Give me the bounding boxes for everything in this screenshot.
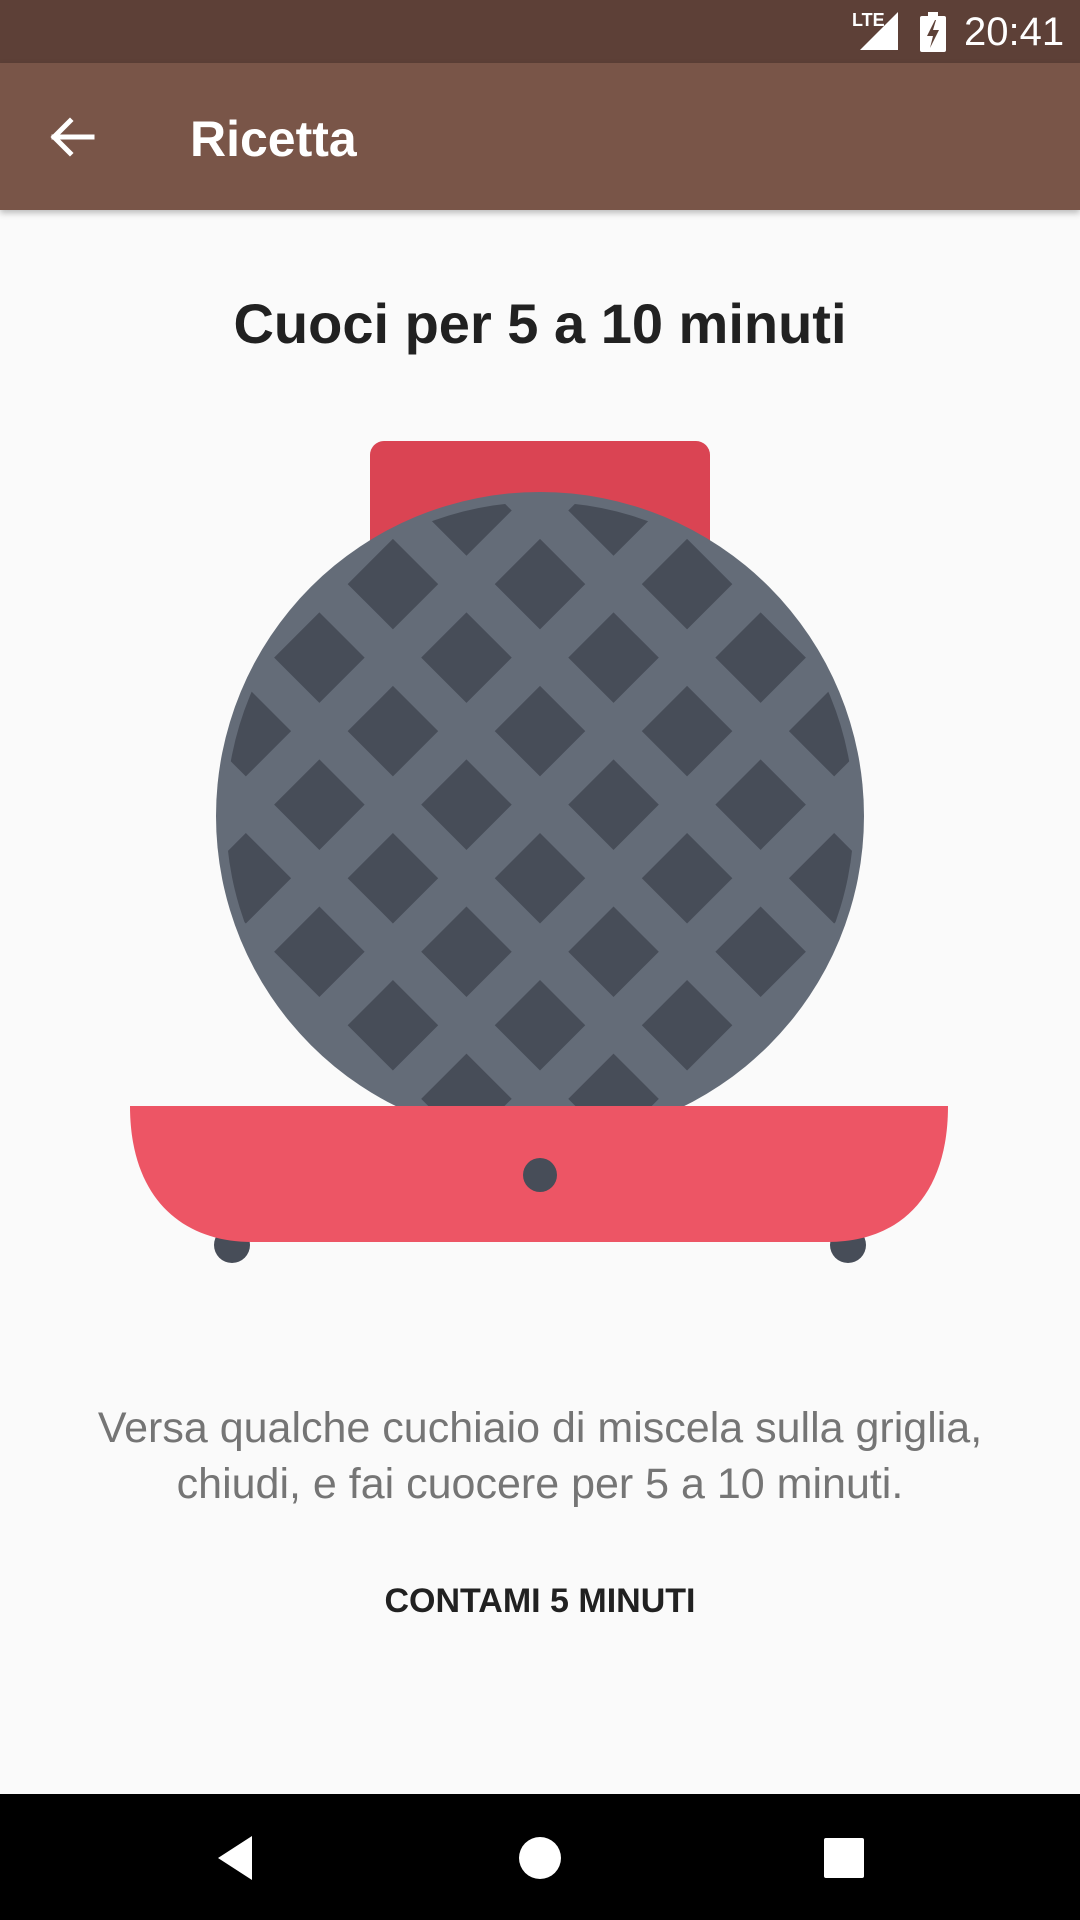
back-button[interactable] xyxy=(32,103,116,171)
battery-charging-icon xyxy=(920,12,946,52)
status-time: 20:41 xyxy=(964,10,1065,54)
page-title: Ricetta xyxy=(190,111,357,167)
step-description: Versa qualche cuchiaio di miscela sulla … xyxy=(97,1404,983,1508)
nav-back-icon[interactable] xyxy=(212,1834,260,1882)
arrow-back-icon xyxy=(50,117,95,157)
app-bar: Ricetta xyxy=(0,63,1080,210)
waffle-iron-icon xyxy=(130,441,948,1263)
step-title: Cuoci per 5 a 10 minuti xyxy=(233,292,847,355)
nav-home-icon[interactable] xyxy=(516,1834,564,1882)
lte-signal-icon xyxy=(860,12,898,50)
start-timer-button[interactable]: CONTAMI 5 MINUTI xyxy=(340,1566,740,1636)
status-bar: LTE 20:41 xyxy=(0,0,1080,63)
nav-recents-icon[interactable] xyxy=(820,1834,868,1882)
navigation-bar xyxy=(0,1794,1080,1920)
